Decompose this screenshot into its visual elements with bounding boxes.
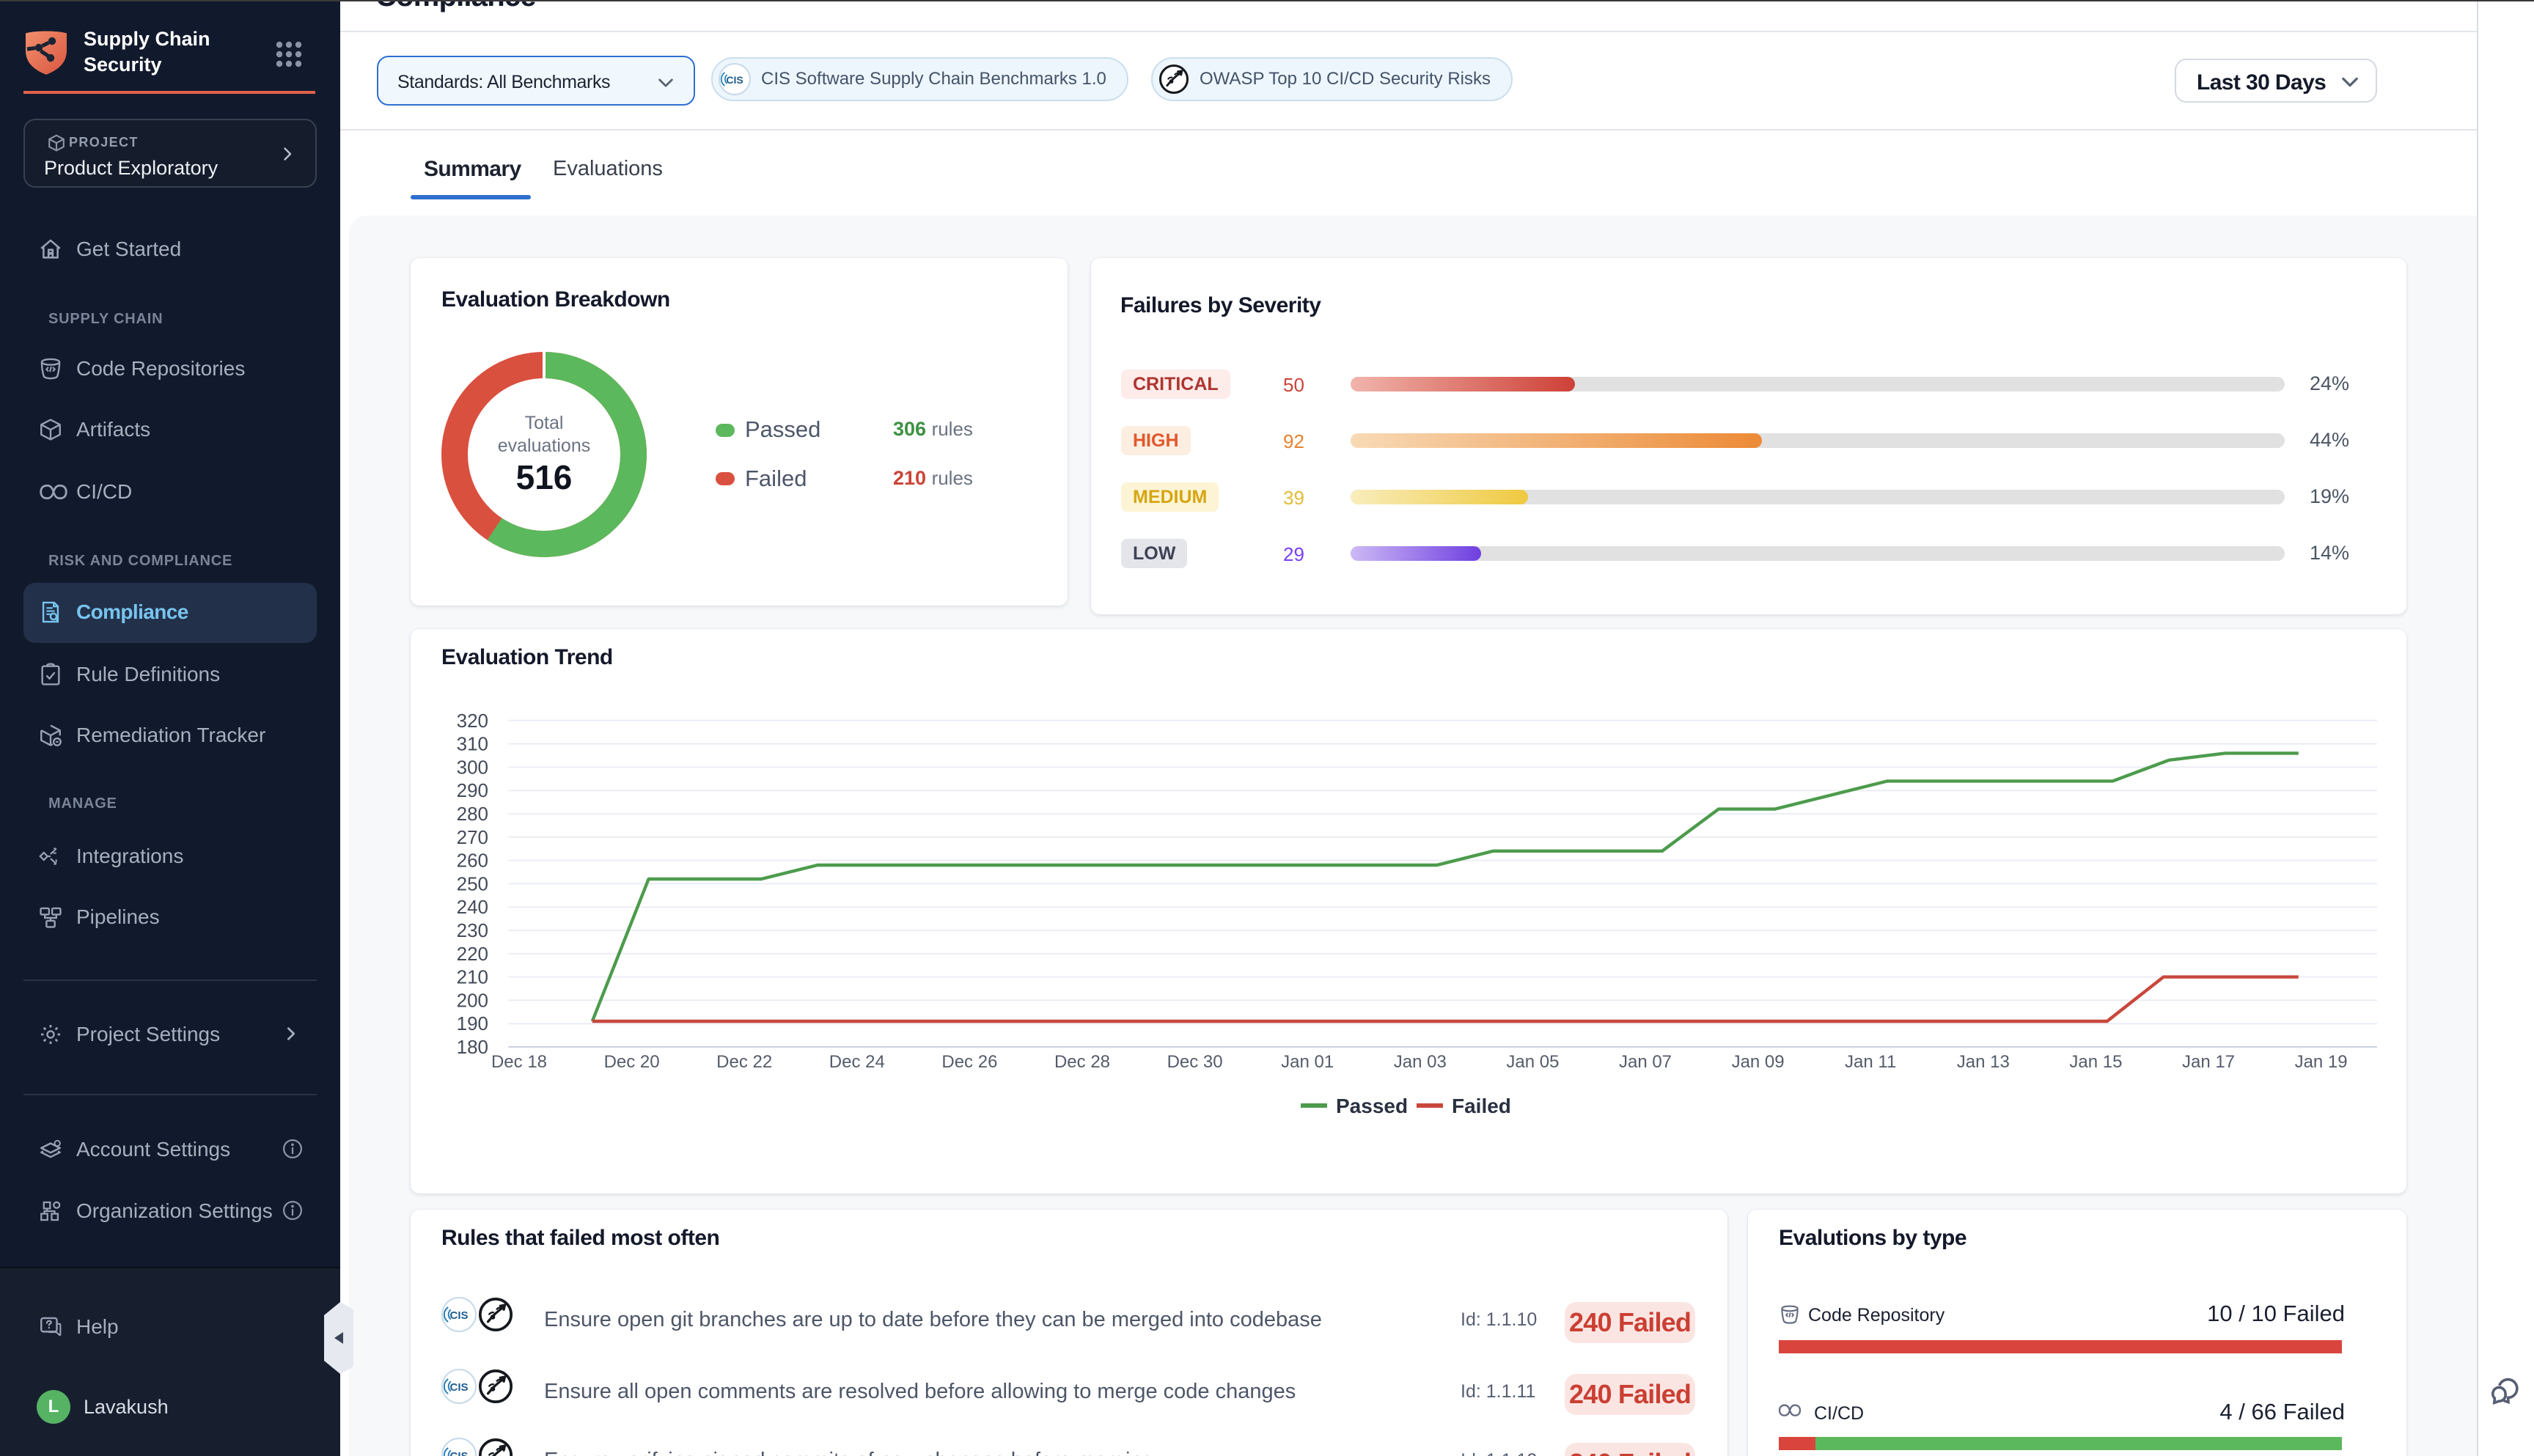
- svg-text:Dec 30: Dec 30: [1167, 1052, 1223, 1072]
- svg-text:260: 260: [457, 850, 488, 872]
- svg-text:250: 250: [457, 872, 488, 894]
- svg-text:Jan 15: Jan 15: [2069, 1052, 2122, 1072]
- svg-text:Failed: Failed: [1452, 1095, 1511, 1117]
- svg-text:280: 280: [457, 803, 488, 825]
- svg-text:210: 210: [457, 966, 488, 988]
- svg-text:220: 220: [457, 943, 488, 965]
- svg-text:Dec 20: Dec 20: [604, 1052, 660, 1072]
- svg-text:Jan 01: Jan 01: [1281, 1052, 1334, 1072]
- svg-text:200: 200: [457, 989, 488, 1011]
- svg-text:Jan 19: Jan 19: [2295, 1052, 2348, 1072]
- svg-text:Dec 24: Dec 24: [829, 1052, 885, 1072]
- svg-text:290: 290: [457, 779, 488, 801]
- svg-text:230: 230: [457, 919, 488, 941]
- svg-text:240: 240: [457, 896, 488, 918]
- svg-text:Passed: Passed: [1336, 1095, 1408, 1117]
- svg-text:Dec 26: Dec 26: [941, 1052, 997, 1072]
- svg-text:Jan 05: Jan 05: [1506, 1052, 1559, 1072]
- svg-text:310: 310: [457, 733, 488, 755]
- svg-text:CIS: CIS: [726, 74, 743, 86]
- svg-text:CIS: CIS: [449, 1309, 468, 1322]
- svg-text:Dec 18: Dec 18: [491, 1052, 547, 1072]
- svg-text:Dec 28: Dec 28: [1054, 1052, 1110, 1072]
- svg-text:320: 320: [457, 710, 488, 732]
- svg-text:Jan 13: Jan 13: [1957, 1052, 2010, 1072]
- svg-text:180: 180: [457, 1036, 488, 1058]
- svg-text:300: 300: [457, 756, 488, 778]
- svg-text:CIS: CIS: [449, 1381, 468, 1394]
- svg-text:Jan 07: Jan 07: [1619, 1052, 1672, 1072]
- svg-text:270: 270: [457, 826, 488, 848]
- svg-text:CIS: CIS: [449, 1450, 468, 1456]
- svg-text:Jan 17: Jan 17: [2182, 1052, 2235, 1072]
- svg-text:Jan 11: Jan 11: [1845, 1052, 1896, 1072]
- svg-text:190: 190: [457, 1012, 488, 1034]
- svg-text:Jan 09: Jan 09: [1732, 1052, 1785, 1072]
- svg-text:Jan 03: Jan 03: [1394, 1052, 1447, 1072]
- svg-text:Dec 22: Dec 22: [716, 1052, 772, 1072]
